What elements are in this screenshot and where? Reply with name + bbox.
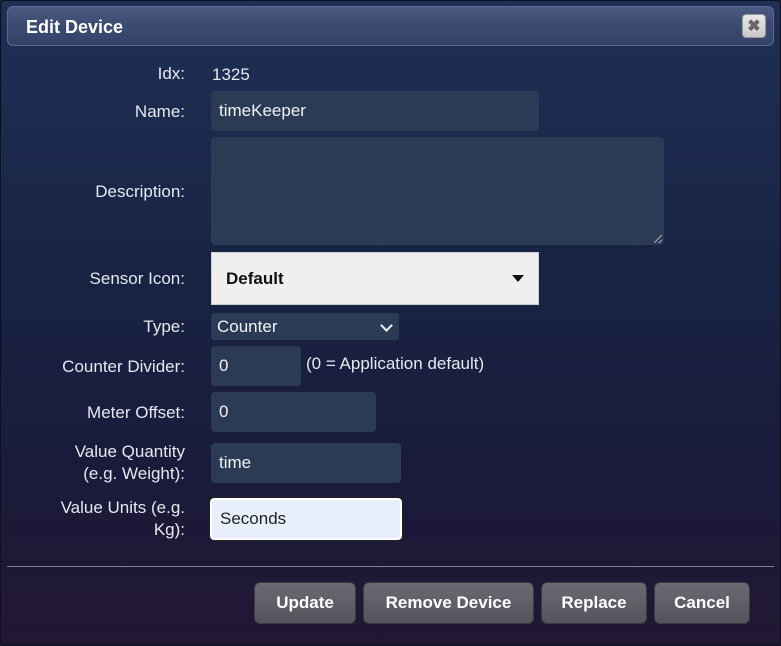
update-button[interactable]: Update xyxy=(254,582,356,624)
value-quantity-label-line-2: (e.g. Weight): xyxy=(83,464,185,483)
replace-button[interactable]: Replace xyxy=(541,582,647,624)
value-units-label: Value Units (e.g. Kg): xyxy=(61,497,185,541)
counter-divider-hint: (0 = Application default) xyxy=(306,354,485,373)
chevron-down-icon xyxy=(380,319,393,332)
value-quantity-label-line-1: Value Quantity xyxy=(74,442,185,461)
value-quantity-label: Value Quantity (e.g. Weight): xyxy=(75,441,185,485)
counter-divider-input[interactable]: 0 xyxy=(211,346,301,386)
cancel-button[interactable]: Cancel xyxy=(654,582,750,624)
value-units-label-line-2: Kg): xyxy=(153,520,185,539)
type-label: Type: xyxy=(143,317,185,336)
description-label: Description: xyxy=(95,182,185,201)
sensor-icon-selected: Default xyxy=(226,268,284,288)
sensor-icon-select[interactable]: Default xyxy=(211,252,539,305)
sensor-icon-label: Sensor Icon: xyxy=(89,269,185,288)
idx-value: 1325 xyxy=(212,65,250,84)
close-button[interactable]: ✖ xyxy=(742,14,766,38)
remove-device-button[interactable]: Remove Device xyxy=(363,582,534,624)
value-units-input[interactable]: Seconds xyxy=(209,497,403,541)
meter-offset-label: Meter Offset: xyxy=(87,403,185,422)
resize-grip-icon[interactable] xyxy=(654,235,662,243)
close-icon: ✖ xyxy=(747,18,761,35)
footer-divider xyxy=(7,566,774,567)
name-label: Name: xyxy=(134,102,185,121)
type-select[interactable]: Counter xyxy=(211,313,399,340)
edit-device-dialog: Edit Device ✖ Idx: 1325 Name: timeKeeper… xyxy=(0,0,781,646)
idx-label: Idx: xyxy=(157,64,185,83)
caret-down-icon xyxy=(512,275,524,282)
dialog-title: Edit Device xyxy=(26,17,124,37)
counter-divider-label: Counter Divider: xyxy=(62,357,185,376)
name-input[interactable]: timeKeeper xyxy=(211,91,539,131)
type-selected: Counter xyxy=(217,316,278,336)
value-units-label-line-1: Value Units (e.g. xyxy=(60,498,185,517)
meter-offset-input[interactable]: 0 xyxy=(211,392,376,432)
dialog-titlebar[interactable]: Edit Device ✖ xyxy=(7,6,774,46)
description-textarea[interactable] xyxy=(211,137,664,245)
value-quantity-input[interactable]: time xyxy=(211,443,401,483)
